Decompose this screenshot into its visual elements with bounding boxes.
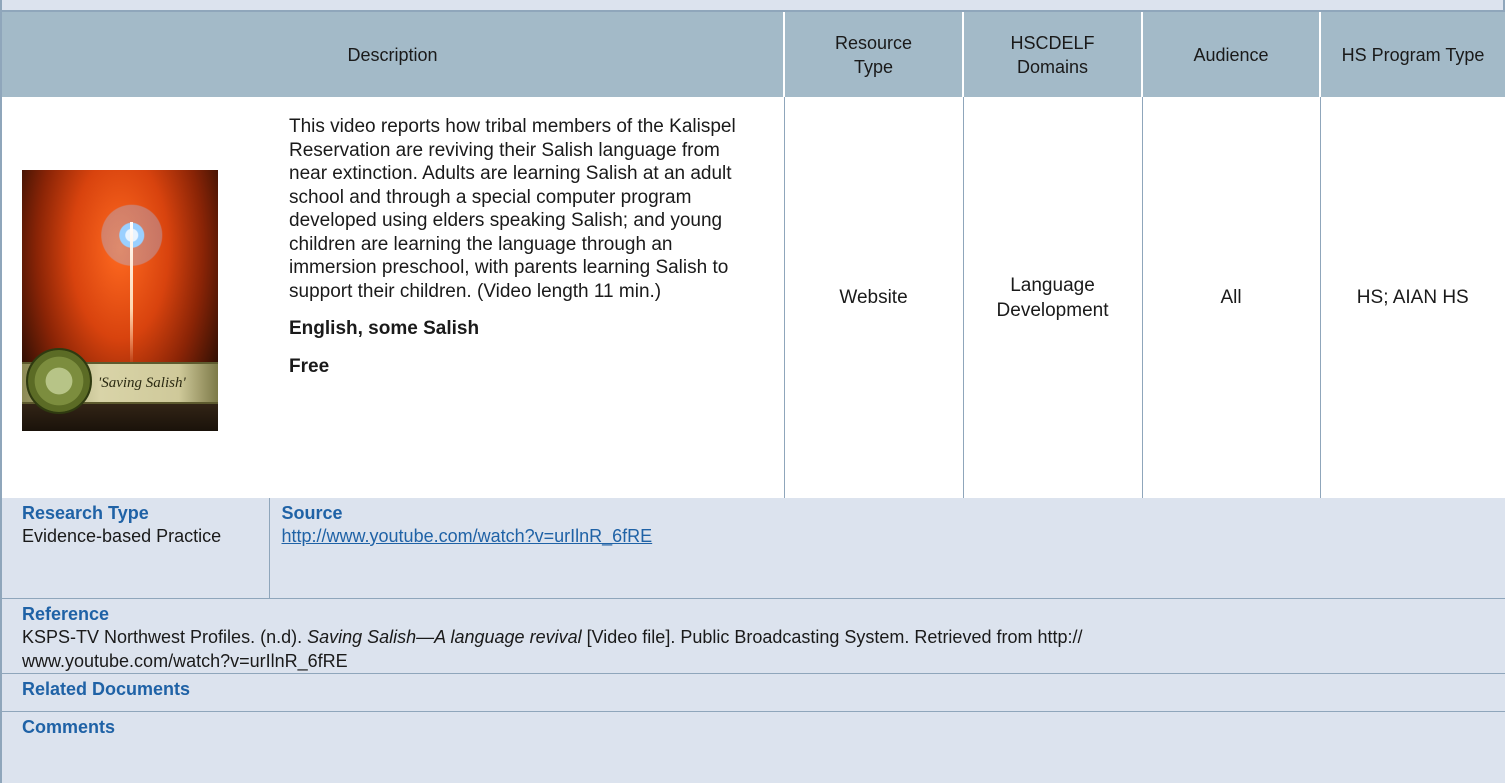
research-type-label: Research Type — [22, 503, 149, 523]
top-band — [0, 0, 1505, 10]
header-audience: Audience — [1141, 10, 1321, 97]
header-program-type: HS Program Type — [1319, 10, 1505, 97]
header-description: Description — [0, 10, 785, 97]
description-text: This video reports how tribal members of… — [289, 116, 736, 302]
resource-type-cell: Website — [783, 97, 964, 500]
header-row: Description Resource Type HSCDELF Domain… — [0, 10, 1505, 97]
source-link[interactable]: http://www.youtube.com/watch?v=urIlnR_6f… — [282, 526, 653, 546]
seal-icon — [26, 348, 92, 414]
light-beam — [130, 222, 133, 366]
research-type-value: Evidence-based Practice — [22, 526, 222, 546]
thumbnail-caption: 'Saving Salish' — [98, 375, 186, 391]
cost-text: Free — [289, 355, 330, 377]
thumbnail-cell: 'Saving Salish' — [0, 97, 269, 500]
reference-cell: Reference KSPS-TV Northwest Profiles. (n… — [0, 598, 1505, 674]
audience-cell: All — [1141, 97, 1321, 500]
related-documents-cell: Related Documents — [0, 673, 1505, 712]
research-type-cell: Research Type Evidence-based Practice — [0, 498, 270, 599]
related-documents-label: Related Documents — [22, 678, 191, 699]
resource-page: Description Resource Type HSCDELF Domain… — [0, 0, 1505, 783]
comments-cell: Comments — [0, 711, 1505, 783]
source-label: Source — [281, 503, 343, 523]
header-domains: HSCDELF Domains — [962, 10, 1143, 97]
domains-cell: Language Development — [962, 97, 1143, 500]
resource-row: 'Saving Salish' This video reports how t… — [0, 97, 1505, 500]
resource-table: Description Resource Type HSCDELF Domain… — [0, 10, 1505, 500]
header-resource-type: Resource Type — [783, 10, 964, 97]
reference-label: Reference — [22, 603, 110, 624]
comments-label: Comments — [22, 716, 116, 737]
video-thumbnail[interactable]: 'Saving Salish' — [22, 170, 218, 431]
language-text: English, some Salish — [289, 318, 480, 339]
program-type-cell: HS; AIAN HS — [1319, 97, 1505, 500]
description-cell: This video reports how tribal members of… — [269, 97, 785, 500]
source-cell: Source http://www.youtube.com/watch?v=ur… — [269, 498, 1505, 599]
reference-text: KSPS-TV Northwest Profiles. (n.d). Savin… — [22, 626, 1083, 671]
meta-table: Research Type Evidence-based Practice So… — [0, 498, 1505, 783]
